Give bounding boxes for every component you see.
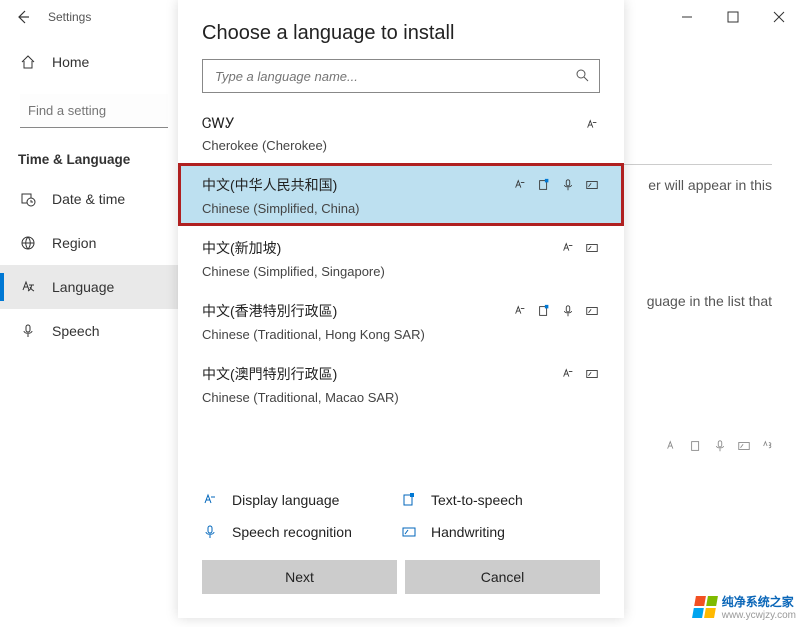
microphone-icon <box>202 524 218 540</box>
display-language-icon <box>512 177 528 193</box>
microphone-icon <box>712 438 728 454</box>
microphone-icon <box>560 177 576 193</box>
sidebar-item-label: Region <box>52 235 96 251</box>
language-search-input[interactable] <box>202 59 600 93</box>
microphone-icon <box>560 303 576 319</box>
sidebar: Home Time & Language Date & time Region … <box>0 34 178 353</box>
app-title: Settings <box>48 10 91 24</box>
watermark: 纯净系统之家 www.ycwjzy.com <box>694 593 796 621</box>
handwriting-icon <box>584 177 600 193</box>
display-language-icon <box>560 366 576 382</box>
sidebar-search[interactable] <box>20 94 168 128</box>
home-icon <box>20 54 36 70</box>
install-language-dialog: Choose a language to install ᏣᎳᎩ Cheroke… <box>178 0 624 618</box>
watermark-logo-icon <box>692 596 718 618</box>
minimize-icon <box>679 9 695 25</box>
language-feature-icons <box>560 240 600 256</box>
minimize-button[interactable] <box>664 0 710 34</box>
display-language-icon <box>512 303 528 319</box>
language-english-name: Chinese (Simplified, Singapore) <box>202 264 600 279</box>
globe-icon <box>20 235 36 251</box>
text-to-speech-icon <box>401 492 417 508</box>
sidebar-home[interactable]: Home <box>0 40 178 84</box>
language-native-name: 中文(澳門特別行政區) <box>202 364 600 384</box>
text-to-speech-icon <box>536 303 552 319</box>
watermark-title: 纯净系统之家 <box>722 593 796 610</box>
handwriting-icon <box>736 438 752 454</box>
language-option-chinese-traditional-macao[interactable]: 中文(澳門特別行政區) Chinese (Traditional, Macao … <box>178 352 624 415</box>
legend-label: Speech recognition <box>232 524 352 540</box>
handwriting-icon <box>401 524 417 540</box>
language-icon <box>20 279 36 295</box>
language-list[interactable]: ᏣᎳᎩ Cherokee (Cherokee) 中文(中华人民共和国) Chin… <box>178 103 624 478</box>
display-language-icon <box>202 492 218 508</box>
sidebar-item-label: Date & time <box>52 191 125 207</box>
language-english-name: Chinese (Traditional, Macao SAR) <box>202 390 600 405</box>
sidebar-item-language[interactable]: Language <box>0 265 178 309</box>
language-feature-icons <box>560 366 600 382</box>
search-icon <box>574 67 590 83</box>
microphone-icon <box>20 323 36 339</box>
calendar-clock-icon <box>20 191 36 207</box>
dialog-search <box>202 59 600 93</box>
display-language-icon <box>560 240 576 256</box>
text-to-speech-icon <box>536 177 552 193</box>
language-feature-icons <box>584 117 600 133</box>
language-option-chinese-simplified-china[interactable]: 中文(中华人民共和国) Chinese (Simplified, China) <box>178 163 624 226</box>
handwriting-icon <box>584 366 600 382</box>
window-controls <box>664 0 802 34</box>
text-to-speech-icon <box>688 438 704 454</box>
language-option-cherokee[interactable]: ᏣᎳᎩ Cherokee (Cherokee) <box>178 103 624 163</box>
close-button[interactable] <box>756 0 802 34</box>
legend-display-language: Display language <box>202 492 401 508</box>
feature-icon-row <box>664 438 776 454</box>
cancel-button[interactable]: Cancel <box>405 560 600 594</box>
close-icon <box>771 9 787 25</box>
dialog-title: Choose a language to install <box>178 0 624 59</box>
handwriting-icon <box>584 303 600 319</box>
next-button[interactable]: Next <box>202 560 397 594</box>
sidebar-item-label: Language <box>52 279 114 295</box>
legend-label: Display language <box>232 492 339 508</box>
language-english-name: Chinese (Traditional, Hong Kong SAR) <box>202 327 600 342</box>
display-language-icon <box>584 117 600 133</box>
language-feature-icons <box>512 177 600 193</box>
language-feature-icons <box>512 303 600 319</box>
language-native-name: 中文(新加坡) <box>202 238 600 258</box>
watermark-text: 纯净系统之家 www.ycwjzy.com <box>722 593 796 621</box>
handwriting-icon <box>584 240 600 256</box>
legend-handwriting: Handwriting <box>401 524 600 540</box>
back-button[interactable] <box>0 0 46 34</box>
home-label: Home <box>52 54 89 70</box>
display-language-icon <box>664 438 680 454</box>
sidebar-item-date-time[interactable]: Date & time <box>0 177 178 221</box>
sidebar-item-region[interactable]: Region <box>0 221 178 265</box>
language-english-name: Cherokee (Cherokee) <box>202 138 600 153</box>
legend-label: Handwriting <box>431 524 505 540</box>
language-option-chinese-traditional-hk[interactable]: 中文(香港特別行政區) Chinese (Traditional, Hong K… <box>178 289 624 352</box>
sidebar-search-input[interactable] <box>20 94 168 128</box>
sidebar-section-title: Time & Language <box>18 152 178 167</box>
legend-label: Text-to-speech <box>431 492 523 508</box>
legend-text-to-speech: Text-to-speech <box>401 492 600 508</box>
back-arrow-icon <box>15 9 31 25</box>
language-option-chinese-simplified-singapore[interactable]: 中文(新加坡) Chinese (Simplified, Singapore) <box>178 226 624 289</box>
sidebar-item-label: Speech <box>52 323 99 339</box>
maximize-icon <box>725 9 741 25</box>
language-english-name: Chinese (Simplified, China) <box>202 201 600 216</box>
feature-legend: Display language Text-to-speech Speech r… <box>178 478 624 540</box>
sidebar-item-speech[interactable]: Speech <box>0 309 178 353</box>
maximize-button[interactable] <box>710 0 756 34</box>
watermark-url: www.ycwjzy.com <box>722 610 796 621</box>
spellcheck-icon <box>760 438 776 454</box>
legend-speech-recognition: Speech recognition <box>202 524 401 540</box>
dialog-buttons: Next Cancel <box>178 540 624 618</box>
language-native-name: ᏣᎳᎩ <box>202 115 600 132</box>
